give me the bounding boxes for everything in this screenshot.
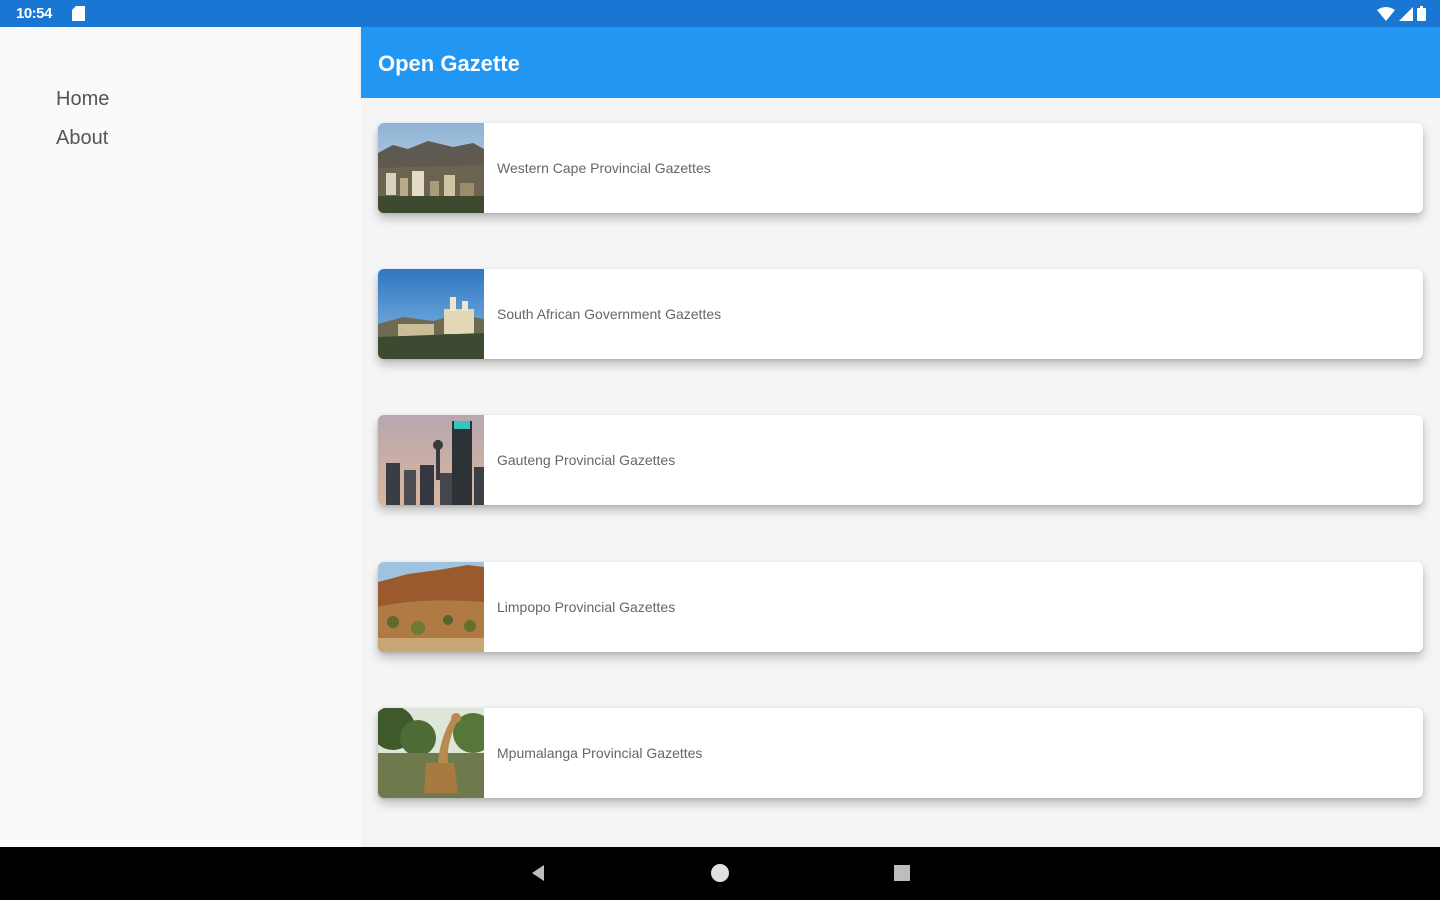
gazette-card-limpopo[interactable]: Limpopo Provincial Gazettes	[378, 562, 1423, 652]
gazette-card-western-cape[interactable]: Western Cape Provincial Gazettes	[378, 123, 1423, 213]
gazette-card-mpumalanga[interactable]: Mpumalanga Provincial Gazettes	[378, 708, 1423, 798]
wifi-icon	[1377, 6, 1395, 21]
gazette-card-gauteng[interactable]: Gauteng Provincial Gazettes	[378, 415, 1423, 505]
back-icon[interactable]	[526, 861, 550, 885]
status-time: 10:54	[16, 5, 52, 22]
app-bar: Open Gazette	[361, 27, 1440, 98]
drawer-item-about[interactable]: About	[56, 127, 108, 150]
gazette-card-label: Limpopo Provincial Gazettes	[497, 599, 676, 615]
status-icons	[1377, 6, 1426, 21]
status-bar: 10:54	[0, 0, 1440, 27]
drawer-item-home[interactable]: Home	[56, 88, 109, 111]
system-nav-bar	[0, 847, 1440, 900]
gazette-list: Western Cape Provincial Gazettes South A…	[361, 98, 1440, 847]
home-icon[interactable]	[708, 861, 732, 885]
gazette-card-south-africa[interactable]: South African Government Gazettes	[378, 269, 1423, 359]
navigation-drawer: Home About	[0, 27, 360, 847]
giraffe-photo	[378, 708, 484, 798]
gazette-card-label: Gauteng Provincial Gazettes	[497, 452, 676, 468]
page-title: Open Gazette	[378, 51, 520, 76]
cape-town-city-photo	[378, 123, 484, 213]
gazette-card-label: Mpumalanga Provincial Gazettes	[497, 745, 703, 761]
limpopo-landscape-photo	[378, 562, 484, 652]
johannesburg-skyline-photo	[378, 415, 484, 505]
recents-icon[interactable]	[890, 861, 914, 885]
union-buildings-photo	[378, 269, 484, 359]
gazette-card-label: Western Cape Provincial Gazettes	[497, 160, 711, 176]
gazette-card-label: South African Government Gazettes	[497, 306, 722, 322]
battery-icon	[1417, 6, 1426, 21]
cell-signal-icon	[1399, 6, 1413, 21]
sd-card-icon	[72, 6, 85, 21]
